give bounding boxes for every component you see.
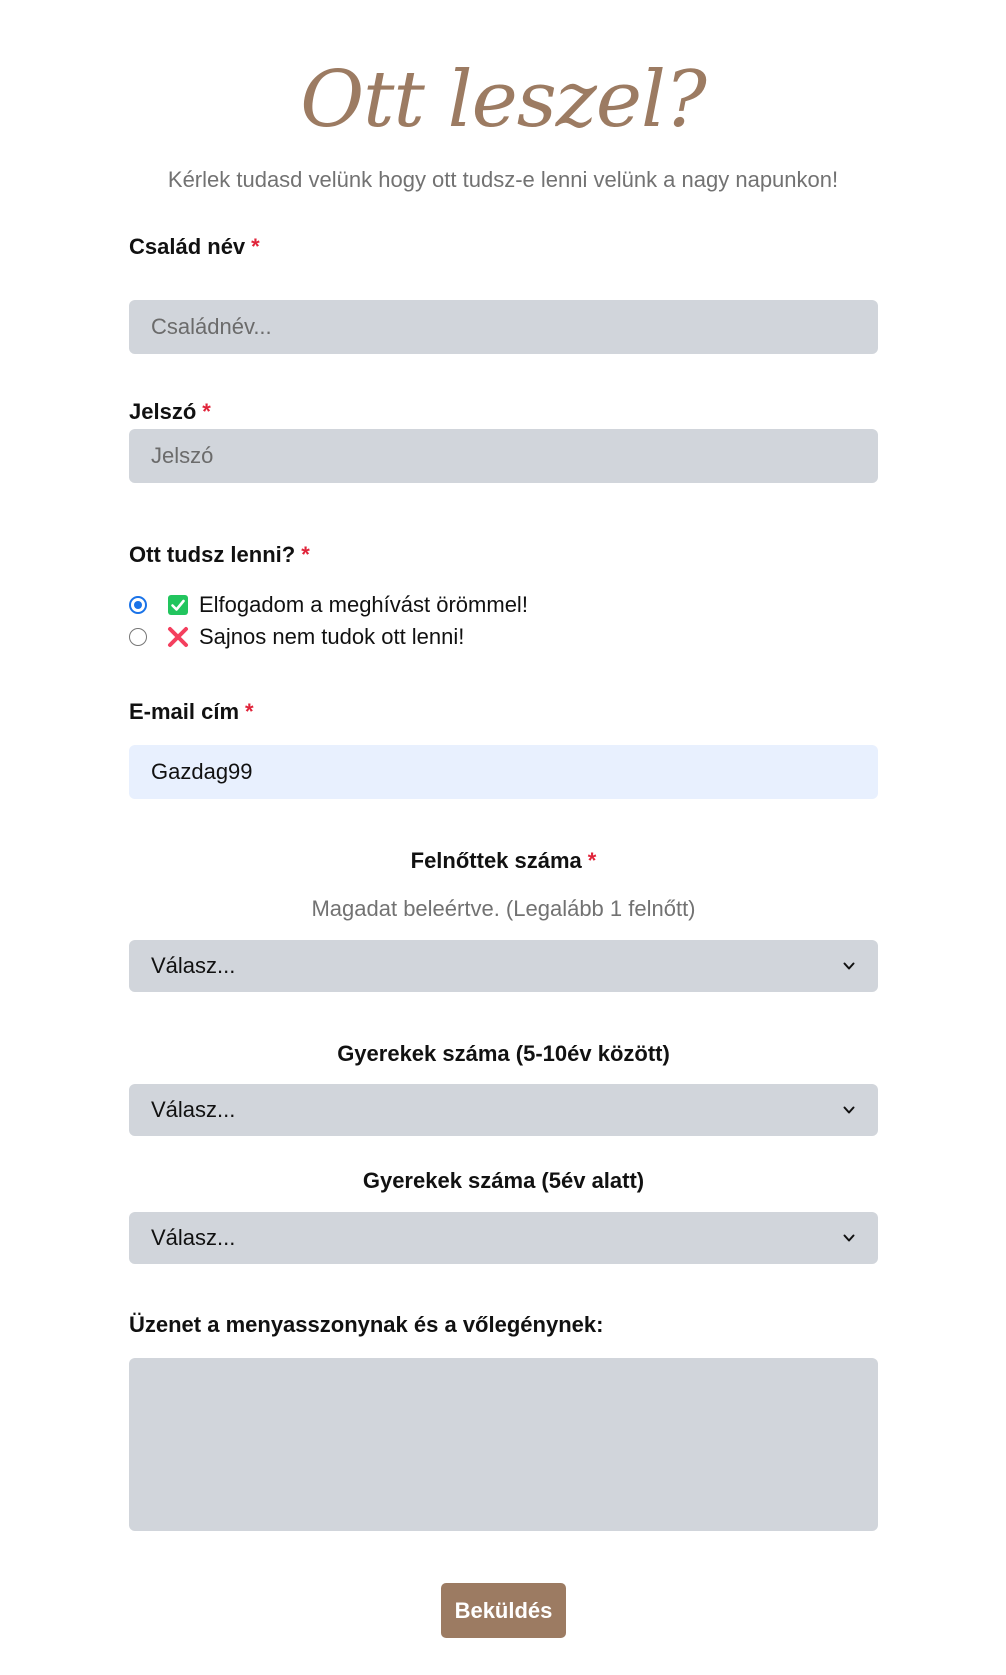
submit-button[interactable]: Beküldés xyxy=(441,1583,566,1638)
page-subtitle: Kérlek tudasd velünk hogy ott tudsz-e le… xyxy=(167,167,839,192)
email-input[interactable]: Gazdag99 xyxy=(129,745,878,799)
red-cross-icon xyxy=(168,627,188,647)
password-input[interactable]: Jelszó xyxy=(129,429,878,483)
family-name-input[interactable]: Családnév... xyxy=(129,300,878,354)
children-under-5-label: Gyerekek száma (5év alatt) xyxy=(362,1168,645,1193)
password-label-text: Jelszó xyxy=(129,399,197,424)
chevron-down-icon xyxy=(843,1234,855,1242)
email-value: Gazdag99 xyxy=(151,759,253,784)
family-name-label-text: Család név xyxy=(129,234,246,259)
email-label: E-mail cím * xyxy=(129,697,254,727)
attendance-label-text: Ott tudsz lenni? xyxy=(129,542,296,567)
accept-radio[interactable] xyxy=(129,596,147,614)
decline-option-label: Sajnos nem tudok ott lenni! xyxy=(199,624,465,649)
adults-label-text: Felnőttek száma xyxy=(410,848,582,873)
message-textarea[interactable] xyxy=(129,1358,878,1531)
adults-hint: Magadat beleértve. (Legalább 1 felnőtt) xyxy=(311,896,696,921)
children-5-10-select[interactable]: Válasz... xyxy=(129,1084,878,1136)
page-title: Ott leszel? xyxy=(300,55,707,145)
attendance-label: Ott tudsz lenni? * xyxy=(129,540,310,570)
family-name-label: Család név * xyxy=(129,232,260,262)
adults-select[interactable]: Válasz... xyxy=(129,940,878,992)
message-label: Üzenet a menyasszonynak és a vőlegénynek… xyxy=(129,1312,604,1337)
family-name-placeholder: Családnév... xyxy=(151,314,272,339)
children-5-10-label: Gyerekek száma (5-10év között) xyxy=(337,1041,670,1066)
password-label: Jelszó * xyxy=(129,397,211,427)
required-mark: * xyxy=(202,399,211,424)
decline-radio[interactable] xyxy=(129,628,147,646)
green-check-icon xyxy=(168,595,188,615)
required-mark: * xyxy=(251,234,260,259)
attendance-option-accept[interactable]: Elfogadom a meghívást örömmel! xyxy=(129,590,528,620)
password-placeholder: Jelszó xyxy=(151,443,214,468)
adults-label: Felnőttek száma * xyxy=(129,846,878,876)
children-under-5-select[interactable]: Válasz... xyxy=(129,1212,878,1264)
children-5-10-select-value: Válasz... xyxy=(151,1097,236,1122)
children-under-5-select-value: Válasz... xyxy=(151,1225,236,1250)
required-mark: * xyxy=(245,699,254,724)
attendance-option-decline[interactable]: Sajnos nem tudok ott lenni! xyxy=(129,622,464,652)
chevron-down-icon xyxy=(843,962,855,970)
chevron-down-icon xyxy=(843,1106,855,1114)
adults-select-value: Válasz... xyxy=(151,953,236,978)
accept-option-label: Elfogadom a meghívást örömmel! xyxy=(199,592,528,617)
required-mark: * xyxy=(301,542,310,567)
email-label-text: E-mail cím xyxy=(129,699,240,724)
required-mark: * xyxy=(587,848,597,873)
